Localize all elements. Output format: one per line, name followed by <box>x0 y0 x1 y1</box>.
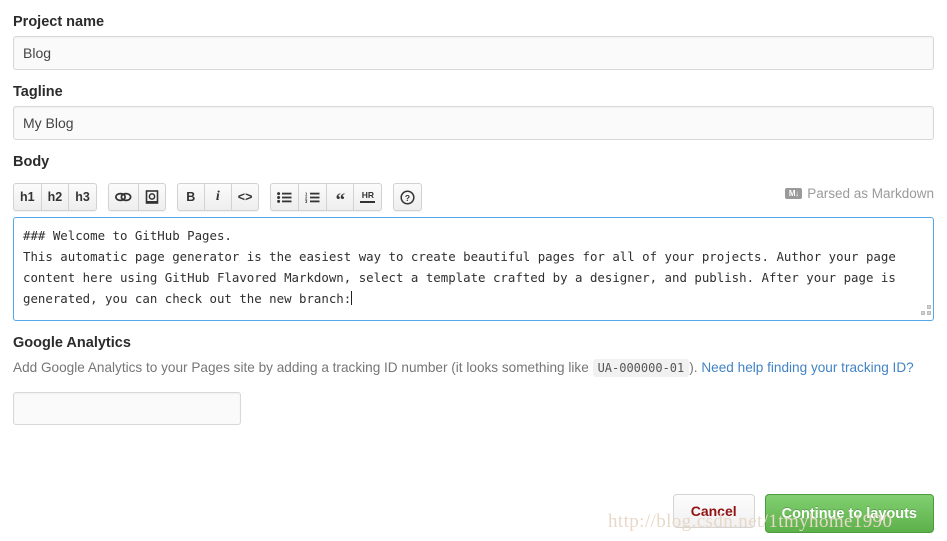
parsed-as-markdown-label: Parsed as Markdown <box>807 186 934 201</box>
body-field: Body h1 h2 h3 B i <> 1 2 3 “ HR ? M↓ Par… <box>13 140 934 321</box>
question-circle-icon: ? <box>400 189 415 205</box>
markdown-toolbar: h1 h2 h3 B i <> 1 2 3 “ HR ? M↓ Parsed a… <box>13 182 934 212</box>
project-name-label: Project name <box>13 14 105 30</box>
hr-icon-label: HR <box>361 190 375 201</box>
ga-help-prefix: Add Google Analytics to your Pages site … <box>13 360 589 375</box>
project-name-input[interactable] <box>13 36 934 70</box>
tagline-label: Tagline <box>13 84 63 100</box>
text-cursor <box>351 291 353 305</box>
quote-icon: “ <box>335 189 346 211</box>
google-analytics-label: Google Analytics <box>13 335 131 351</box>
horizontal-rule-button[interactable]: HR <box>353 183 383 211</box>
h1-button[interactable]: h1 <box>13 183 41 211</box>
body-editor-wrap: ### Welcome to GitHub Pages. This automa… <box>13 217 934 321</box>
unordered-list-icon <box>277 191 292 203</box>
textarea-resize-handle[interactable] <box>918 305 931 318</box>
help-button[interactable]: ? <box>393 183 423 211</box>
tagline-field: Tagline <box>13 70 934 140</box>
body-label: Body <box>13 154 50 170</box>
toolbar-group-insert <box>107 183 166 211</box>
italic-button[interactable]: i <box>203 183 231 211</box>
page-generator-form: Project name Tagline Body h1 h2 h3 <box>0 0 947 541</box>
toolbar-group-format: B i <> <box>176 183 260 211</box>
image-icon <box>145 190 159 204</box>
toolbar-group-blocks: 1 2 3 “ HR <box>270 183 383 211</box>
h2-button[interactable]: h2 <box>40 183 69 211</box>
form-actions: Cancel Continue to layouts <box>672 494 934 533</box>
markdown-icon: M↓ <box>785 188 803 199</box>
ga-code-example: UA-000000-01 <box>592 359 690 377</box>
project-name-field: Project name <box>13 0 934 70</box>
svg-text:3: 3 <box>305 199 308 203</box>
image-button[interactable] <box>137 183 166 211</box>
body-textarea[interactable]: ### Welcome to GitHub Pages. This automa… <box>13 217 934 321</box>
ordered-list-button[interactable]: 1 2 3 <box>298 183 327 211</box>
tracking-id-help-link[interactable]: Need help finding your tracking ID? <box>701 360 913 375</box>
blockquote-button[interactable]: “ <box>326 183 354 211</box>
hr-icon <box>360 201 376 203</box>
tagline-input[interactable] <box>13 106 934 140</box>
link-icon <box>114 191 132 203</box>
ordered-list-icon: 1 2 3 <box>305 192 320 203</box>
h3-button[interactable]: h3 <box>68 183 97 211</box>
google-analytics-input[interactable] <box>13 392 241 425</box>
toolbar-group-help: ? <box>393 183 423 211</box>
parsed-as-markdown-note: M↓ Parsed as Markdown <box>785 186 934 201</box>
cancel-button[interactable]: Cancel <box>672 494 755 528</box>
continue-to-layouts-button[interactable]: Continue to layouts <box>764 494 934 533</box>
toolbar-group-headings: h1 h2 h3 <box>13 183 97 211</box>
svg-text:?: ? <box>405 193 410 203</box>
bold-button[interactable]: B <box>176 183 204 211</box>
code-button[interactable]: <> <box>230 183 260 211</box>
google-analytics-help-text: Add Google Analytics to your Pages site … <box>13 357 934 378</box>
unordered-list-button[interactable] <box>270 183 299 211</box>
google-analytics-field: Google Analytics Add Google Analytics to… <box>13 321 934 425</box>
ga-help-suffix: ). <box>689 360 698 375</box>
link-button[interactable] <box>107 183 138 211</box>
